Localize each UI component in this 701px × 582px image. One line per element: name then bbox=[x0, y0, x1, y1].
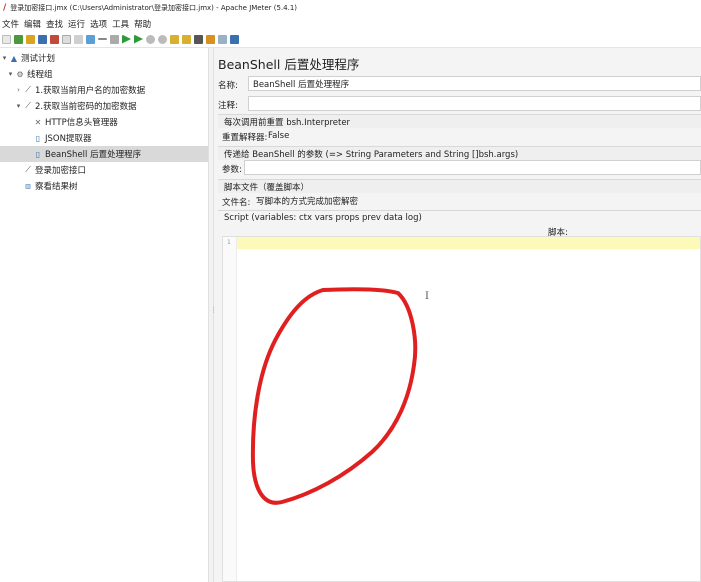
header-manager-icon: ✕ bbox=[34, 117, 42, 127]
expand-icon[interactable]: ▾ bbox=[14, 102, 23, 110]
parameters-group: 传递给 BeanShell 的参数 (=> String Parameters … bbox=[218, 146, 701, 160]
tree-item-thread-group[interactable]: ▾ ⚙ 线程组 bbox=[6, 66, 208, 82]
listener-icon: ▥ bbox=[25, 182, 31, 190]
script-editor[interactable]: 1 I bbox=[222, 236, 701, 582]
current-line-highlight bbox=[237, 237, 700, 249]
paste-icon[interactable] bbox=[74, 34, 83, 44]
function-helper-icon[interactable] bbox=[218, 34, 227, 44]
copy-icon[interactable] bbox=[62, 34, 71, 44]
expand-icon[interactable]: ▾ bbox=[6, 70, 15, 78]
test-plan-tree: ▾ ▲ 测试计划 ▾ ⚙ 线程组 › ⟋ 1.获取当前用户名的加密数据 ▾ ⟋ … bbox=[0, 48, 208, 582]
stop-icon[interactable] bbox=[146, 34, 155, 44]
expand-icon[interactable] bbox=[86, 34, 95, 44]
new-icon[interactable] bbox=[2, 34, 11, 44]
sampler-icon: ⟋ bbox=[25, 85, 31, 94]
line-number: 1 bbox=[227, 239, 231, 246]
tree-item-test-plan[interactable]: ▾ ▲ 测试计划 bbox=[0, 50, 208, 66]
search-icon[interactable] bbox=[194, 34, 203, 44]
parameters-field[interactable] bbox=[244, 160, 701, 175]
name-field[interactable]: BeanShell 后置处理程序 bbox=[248, 76, 701, 91]
open-icon[interactable] bbox=[26, 34, 35, 44]
window-title-bar: / 登录加密接口.jmx (C:\Users\Administrator\登录加… bbox=[0, 0, 701, 16]
tree-item-view-results-tree[interactable]: ▥ 察看结果树 bbox=[14, 178, 208, 194]
tree-item-login-api[interactable]: ⟋ 登录加密接口 bbox=[14, 162, 208, 178]
menu-file[interactable]: 文件 bbox=[2, 18, 19, 30]
test-plan-icon: ▲ bbox=[10, 53, 18, 63]
menu-options[interactable]: 选项 bbox=[90, 18, 107, 30]
line-number-gutter: 1 bbox=[223, 237, 237, 581]
start-no-pause-icon[interactable] bbox=[134, 34, 143, 44]
filename-label: 文件名: bbox=[222, 198, 251, 208]
menu-run[interactable]: 运行 bbox=[68, 18, 85, 30]
script-file-group: 脚本文件（覆盖脚本） bbox=[218, 179, 701, 193]
toggle-icon[interactable] bbox=[110, 34, 119, 44]
beanshell-postprocessor-panel: BeanShell 后置处理程序 名称: BeanShell 后置处理程序 注释… bbox=[214, 48, 701, 582]
reset-interpreter-select[interactable]: False bbox=[266, 128, 326, 143]
save-icon[interactable] bbox=[38, 34, 47, 44]
templates-icon[interactable] bbox=[14, 34, 23, 44]
menu-tools[interactable]: 工具 bbox=[112, 18, 129, 30]
script-group: Script (variables: ctx vars props prev d… bbox=[218, 210, 701, 224]
tree-item-get-password[interactable]: ▾ ⟋ 2.获取当前密码的加密数据 bbox=[14, 98, 208, 114]
name-label: 名称: bbox=[218, 81, 238, 91]
sampler-icon: ⟋ bbox=[25, 165, 31, 174]
reset-interpreter-label: 重置解释器: bbox=[222, 133, 268, 143]
tree-item-label: 1.获取当前用户名的加密数据 bbox=[35, 86, 146, 96]
expand-icon[interactable]: ▾ bbox=[0, 54, 9, 62]
tree-item-get-username[interactable]: › ⟋ 1.获取当前用户名的加密数据 bbox=[14, 82, 208, 98]
start-icon[interactable] bbox=[122, 34, 131, 44]
menu-search[interactable]: 查找 bbox=[46, 18, 63, 30]
cut-icon[interactable] bbox=[50, 34, 59, 44]
thread-group-icon: ⚙ bbox=[16, 69, 24, 79]
sampler-icon: ⟋ bbox=[25, 101, 31, 110]
tree-item-label: 线程组 bbox=[27, 70, 53, 80]
tree-item-beanshell-postprocessor[interactable]: ▯ BeanShell 后置处理程序 bbox=[0, 146, 208, 162]
comment-label: 注释: bbox=[218, 101, 238, 111]
beanshell-icon: ▯ bbox=[35, 149, 41, 159]
tree-item-label: BeanShell 后置处理程序 bbox=[45, 150, 142, 160]
page-title: BeanShell 后置处理程序 bbox=[218, 57, 360, 72]
parameters-label: 参数: bbox=[222, 165, 242, 175]
reset-interpreter-group: 每次调用前重置 bsh.Interpreter bbox=[218, 114, 701, 128]
comment-field[interactable] bbox=[248, 96, 701, 111]
window-title: 登录加密接口.jmx (C:\Users\Administrator\登录加密接… bbox=[10, 4, 298, 12]
help-icon[interactable] bbox=[230, 34, 239, 44]
extractor-icon: ▯ bbox=[35, 133, 41, 143]
text-cursor-icon: I bbox=[425, 291, 429, 302]
clear-all-icon[interactable] bbox=[182, 34, 191, 44]
tree-item-http-header-manager[interactable]: ✕ HTTP信息头管理器 bbox=[24, 114, 208, 130]
jmeter-logo-icon: / bbox=[3, 3, 7, 13]
tree-item-json-extractor[interactable]: ▯ JSON提取器 bbox=[24, 130, 208, 146]
tree-item-label: 测试计划 bbox=[21, 54, 56, 64]
menu-help[interactable]: 帮助 bbox=[134, 18, 151, 30]
menu-bar: 文件 编辑 查找 运行 选项 工具 帮助 bbox=[0, 16, 701, 31]
filename-field[interactable]: 写脚本的方式完成加密解密 bbox=[254, 193, 701, 208]
menu-edit[interactable]: 编辑 bbox=[24, 18, 41, 30]
expand-icon[interactable]: › bbox=[14, 86, 23, 94]
tree-item-label: 登录加密接口 bbox=[35, 166, 87, 176]
tree-item-label: 2.获取当前密码的加密数据 bbox=[35, 102, 137, 112]
collapse-icon[interactable] bbox=[98, 38, 107, 40]
shutdown-icon[interactable] bbox=[158, 34, 167, 44]
tree-item-label: 察看结果树 bbox=[35, 182, 78, 192]
tree-item-label: HTTP信息头管理器 bbox=[45, 118, 118, 128]
reset-search-icon[interactable] bbox=[206, 34, 215, 44]
clear-icon[interactable] bbox=[170, 34, 179, 44]
toolbar bbox=[0, 31, 701, 48]
tree-item-label: JSON提取器 bbox=[45, 134, 92, 144]
